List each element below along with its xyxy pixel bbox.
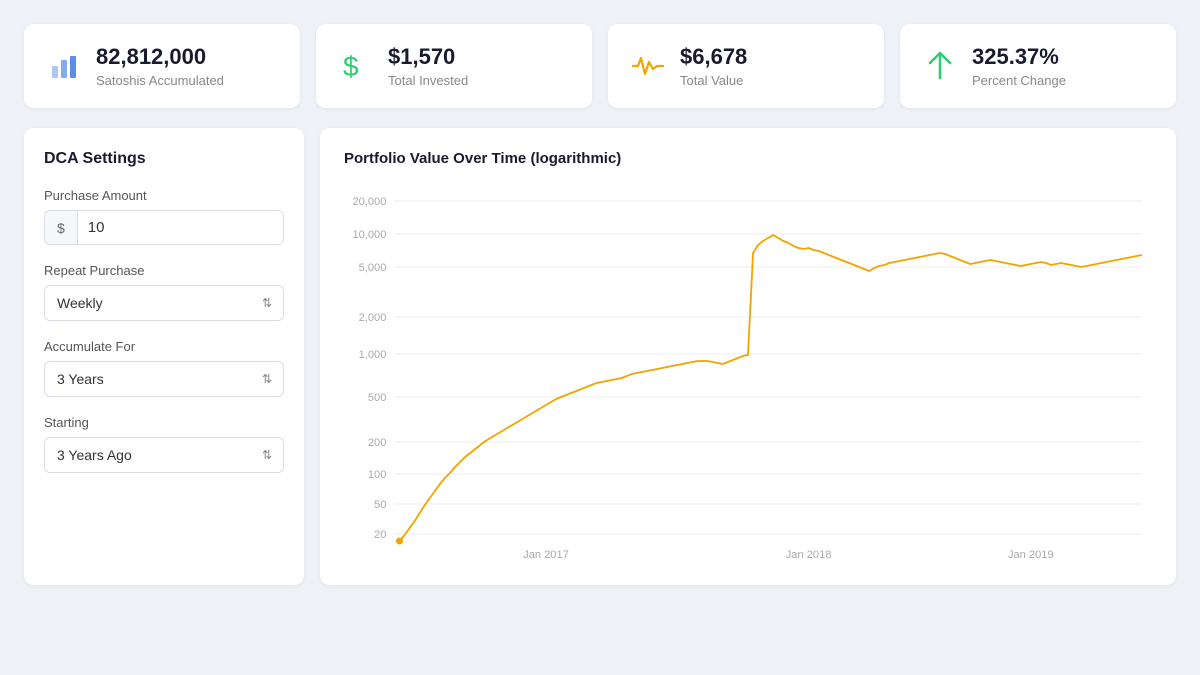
svg-text:20: 20	[374, 529, 386, 541]
dollar-prefix: $	[45, 211, 78, 244]
chart-panel: Portfolio Value Over Time (logarithmic) …	[320, 128, 1176, 585]
repeat-select-wrapper: Daily Weekly Monthly ⇅	[44, 285, 284, 321]
pulse-icon	[630, 48, 666, 84]
total-invested-value: $1,570	[388, 44, 468, 70]
starting-group: Starting 1 Year Ago 2 Years Ago 3 Years …	[44, 415, 284, 473]
chart-start-dot	[396, 538, 403, 545]
svg-text:2,000: 2,000	[359, 312, 387, 324]
accumulate-for-group: Accumulate For 1 Year 2 Years 3 Years 4 …	[44, 339, 284, 397]
starting-select-wrapper: 1 Year Ago 2 Years Ago 3 Years Ago 4 Yea…	[44, 437, 284, 473]
svg-text:Jan 2018: Jan 2018	[786, 549, 832, 561]
satoshis-card: 82,812,000 Satoshis Accumulated	[24, 24, 300, 108]
purchase-amount-input-wrapper: $ .00	[44, 210, 284, 245]
purchase-amount-group: Purchase Amount $ .00	[44, 188, 284, 245]
total-value-text: $6,678 Total Value	[680, 44, 747, 88]
top-cards-row: 82,812,000 Satoshis Accumulated $ $1,570…	[24, 24, 1176, 108]
total-invested-label: Total Invested	[388, 73, 468, 88]
svg-text:10,000: 10,000	[352, 229, 386, 241]
svg-text:20,000: 20,000	[352, 196, 386, 208]
satoshis-text: 82,812,000 Satoshis Accumulated	[96, 44, 224, 88]
repeat-select[interactable]: Daily Weekly Monthly	[44, 285, 284, 321]
svg-text:5,000: 5,000	[359, 262, 387, 274]
svg-text:100: 100	[368, 469, 387, 481]
total-value-value: $6,678	[680, 44, 747, 70]
portfolio-line	[400, 235, 1142, 541]
arrow-up-icon	[922, 48, 958, 84]
repeat-purchase-label: Repeat Purchase	[44, 263, 284, 278]
svg-text:200: 200	[368, 437, 387, 449]
svg-text:500: 500	[368, 392, 387, 404]
percent-change-card: 325.37% Percent Change	[900, 24, 1176, 108]
repeat-purchase-group: Repeat Purchase Daily Weekly Monthly ⇅	[44, 263, 284, 321]
settings-panel: DCA Settings Purchase Amount $ .00 Repea…	[24, 128, 304, 585]
svg-text:$: $	[343, 51, 359, 82]
portfolio-chart: 20,000 10,000 5,000 2,000 1,000 500 200 …	[344, 183, 1152, 563]
bottom-section: DCA Settings Purchase Amount $ .00 Repea…	[24, 128, 1176, 585]
svg-text:1,000: 1,000	[359, 349, 387, 361]
percent-change-label: Percent Change	[972, 73, 1066, 88]
total-value-label: Total Value	[680, 73, 747, 88]
svg-text:50: 50	[374, 499, 386, 511]
total-invested-card: $ $1,570 Total Invested	[316, 24, 592, 108]
total-value-card: $6,678 Total Value	[608, 24, 884, 108]
accumulate-select[interactable]: 1 Year 2 Years 3 Years 4 Years 5 Years	[44, 361, 284, 397]
percent-change-value: 325.37%	[972, 44, 1066, 70]
chart-container: 20,000 10,000 5,000 2,000 1,000 500 200 …	[344, 183, 1152, 563]
svg-text:Jan 2019: Jan 2019	[1008, 549, 1054, 561]
accumulate-for-label: Accumulate For	[44, 339, 284, 354]
svg-text:Jan 2017: Jan 2017	[523, 549, 569, 561]
starting-select[interactable]: 1 Year Ago 2 Years Ago 3 Years Ago 4 Yea…	[44, 437, 284, 473]
percent-change-text: 325.37% Percent Change	[972, 44, 1066, 88]
accumulate-select-wrapper: 1 Year 2 Years 3 Years 4 Years 5 Years ⇅	[44, 361, 284, 397]
satoshis-value: 82,812,000	[96, 44, 224, 70]
settings-title: DCA Settings	[44, 150, 284, 168]
purchase-amount-input[interactable]	[78, 211, 284, 244]
purchase-amount-label: Purchase Amount	[44, 188, 284, 203]
bars-icon	[46, 48, 82, 84]
dollar-icon: $	[338, 48, 374, 84]
chart-title: Portfolio Value Over Time (logarithmic)	[344, 150, 1152, 167]
total-invested-text: $1,570 Total Invested	[388, 44, 468, 88]
satoshis-label: Satoshis Accumulated	[96, 73, 224, 88]
starting-label: Starting	[44, 415, 284, 430]
